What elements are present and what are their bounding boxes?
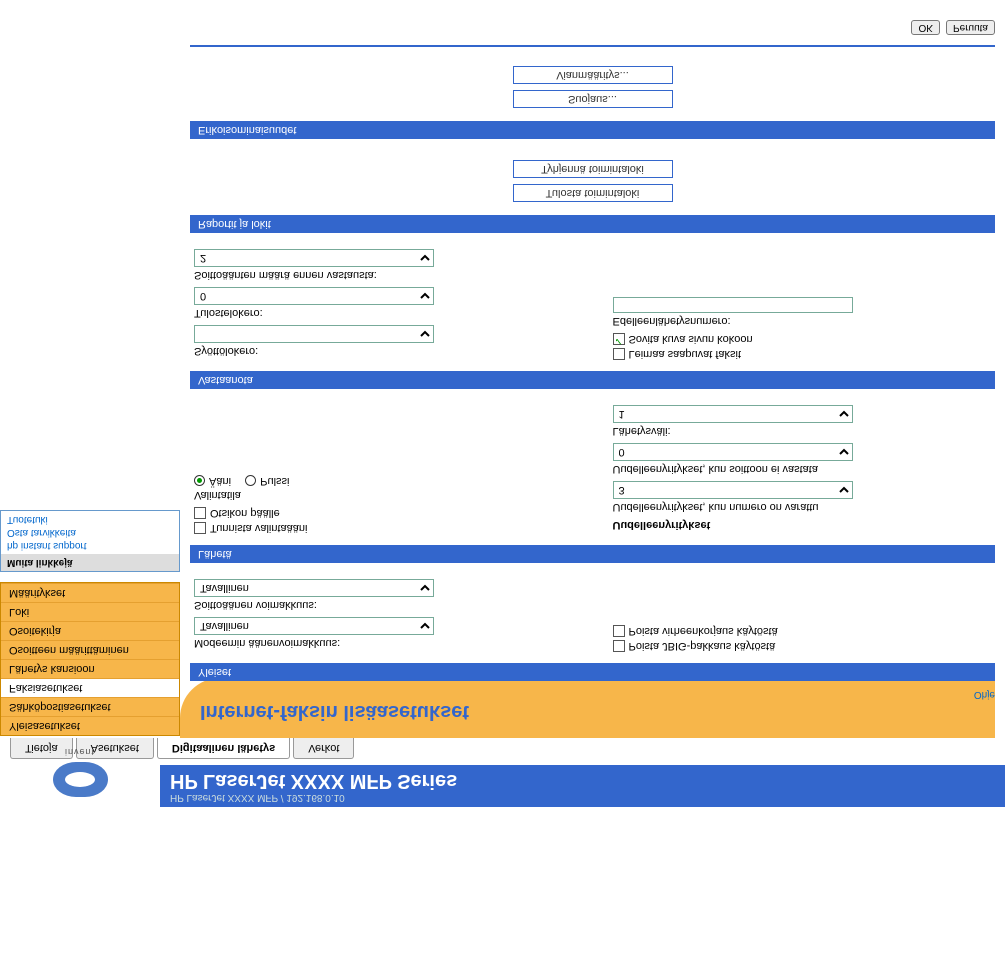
- pulse-radio[interactable]: [245, 476, 256, 487]
- section-general-title: Yleiset: [190, 663, 995, 681]
- fwd-label: Edelleenlähetysnumero:: [613, 315, 992, 327]
- invent-text: invent: [20, 747, 140, 757]
- section-recv-title: Vastaanota: [190, 371, 995, 389]
- stamp-checkbox[interactable]: [613, 348, 625, 360]
- retries-label: Uudelleenyritykset: [613, 519, 992, 531]
- nav-fax[interactable]: Faksiasetukset: [1, 678, 179, 697]
- header-on-label: Otsikon päälle: [210, 507, 280, 519]
- sidebar-nav: Yleisasetukset Sähköpostiasetukset Faksi…: [0, 582, 180, 736]
- out-tray-select[interactable]: 0: [194, 287, 434, 305]
- header-sub: HP LaserJet XXXX MFP / 192.168.0.10: [170, 792, 995, 803]
- dial-mode-label: Valintatila: [194, 489, 573, 501]
- fwd-input[interactable]: [613, 297, 853, 313]
- err-checkbox[interactable]: [613, 625, 625, 637]
- interval-select[interactable]: 1: [613, 405, 853, 423]
- retry-busy-label: Uudelleenyritykset, kun numero on varatt…: [613, 501, 992, 513]
- header-bar: HP LaserJet XXXX MFP / 192.168.0.10 HP L…: [160, 765, 1005, 807]
- out-tray-label: Tulostelokero:: [194, 307, 573, 319]
- interval-label: Lähetysväli:: [613, 425, 992, 437]
- header-title: HP LaserJet XXXX MFP Series: [170, 769, 995, 792]
- tone-radio[interactable]: [194, 476, 205, 487]
- section-special-title: Erikoisominaisuudet: [190, 121, 995, 139]
- diag-button[interactable]: Vianmääritys...: [513, 66, 673, 84]
- modem-vol-label: Modeemin äänenvoimakkuus:: [194, 637, 573, 649]
- fit-label: Sovita kuva sivun kokoon: [629, 333, 753, 345]
- link-instant-support[interactable]: hp instant support: [7, 539, 173, 552]
- rings-label: Soittoäänten määrä ennen vastausta:: [194, 269, 573, 281]
- retry-busy-select[interactable]: 3: [613, 481, 853, 499]
- nav-general[interactable]: Yleisasetukset: [1, 716, 179, 735]
- cancel-button[interactable]: Peruuta: [946, 20, 995, 35]
- section-send-title: Lähetä: [190, 545, 995, 563]
- retry-noans-label: Uudelleenyritykset, kun soittoon ei vast…: [613, 463, 992, 475]
- tab-networks[interactable]: Verkot: [293, 738, 354, 759]
- ring-vol-label: Soittoäänen voimakkuus:: [194, 599, 573, 611]
- link-buy-supplies[interactable]: Osta tarvikkeita: [7, 526, 173, 539]
- in-tray-select[interactable]: [194, 325, 434, 343]
- modem-vol-select[interactable]: Tavallinen: [194, 617, 434, 635]
- ring-vol-select[interactable]: Tavallinen: [194, 579, 434, 597]
- nav-prefs[interactable]: Määritykset: [1, 583, 179, 602]
- jbig-label: Poista JBIG-pakkaus käytöstä: [629, 640, 776, 652]
- tab-digital-send[interactable]: Digitaalinen lähetys: [157, 738, 290, 759]
- in-tray-label: Syöttölokero:: [194, 345, 573, 357]
- ok-button[interactable]: OK: [911, 20, 939, 35]
- logo-area: invent: [20, 747, 140, 797]
- other-links-box: Muita linkkejä hp instant support Osta t…: [0, 510, 180, 572]
- detect-tone-checkbox[interactable]: [194, 522, 206, 534]
- jbig-checkbox[interactable]: [613, 640, 625, 652]
- footer-divider: [190, 45, 995, 47]
- other-links-head: Muita linkkejä: [1, 554, 179, 571]
- section-reports-title: Raportit ja lokit: [190, 215, 995, 233]
- clear-log-button[interactable]: Tyhjennä toimintaloki: [513, 160, 673, 178]
- tabs: Tietoja Asetukset Digitaalinen lähetys V…: [10, 738, 1005, 759]
- stamp-label: Leimaa saapuvat faksit: [629, 348, 742, 360]
- link-product-support[interactable]: Tuotetuki: [7, 513, 173, 526]
- tone-label: Ääni: [209, 475, 231, 487]
- nav-email[interactable]: Sähköpostiasetukset: [1, 697, 179, 716]
- err-label: Poista virheenkorjaus käytöstä: [629, 625, 778, 637]
- nav-log[interactable]: Loki: [1, 602, 179, 621]
- nav-addressbook[interactable]: Osoitekirja: [1, 621, 179, 640]
- fit-checkbox[interactable]: [613, 333, 625, 345]
- security-button[interactable]: Suojaus...: [513, 90, 673, 108]
- detect-tone-label: Tunnista valintaääni: [210, 522, 307, 534]
- nav-folder[interactable]: Lähetys kansioon: [1, 659, 179, 678]
- hp-logo-icon: [53, 762, 108, 797]
- retry-noans-select[interactable]: 0: [613, 443, 853, 461]
- rings-select[interactable]: 2: [194, 249, 434, 267]
- header-on-checkbox[interactable]: [194, 507, 206, 519]
- pulse-label: Pulssi: [260, 475, 289, 487]
- help-link[interactable]: Ohje: [190, 689, 995, 700]
- nav-addressing[interactable]: Osoitteen määrittäminen: [1, 640, 179, 659]
- page-title: Internet-faksin lisäasetukset: [200, 700, 995, 723]
- print-log-button[interactable]: Tulosta toimintaloki: [513, 184, 673, 202]
